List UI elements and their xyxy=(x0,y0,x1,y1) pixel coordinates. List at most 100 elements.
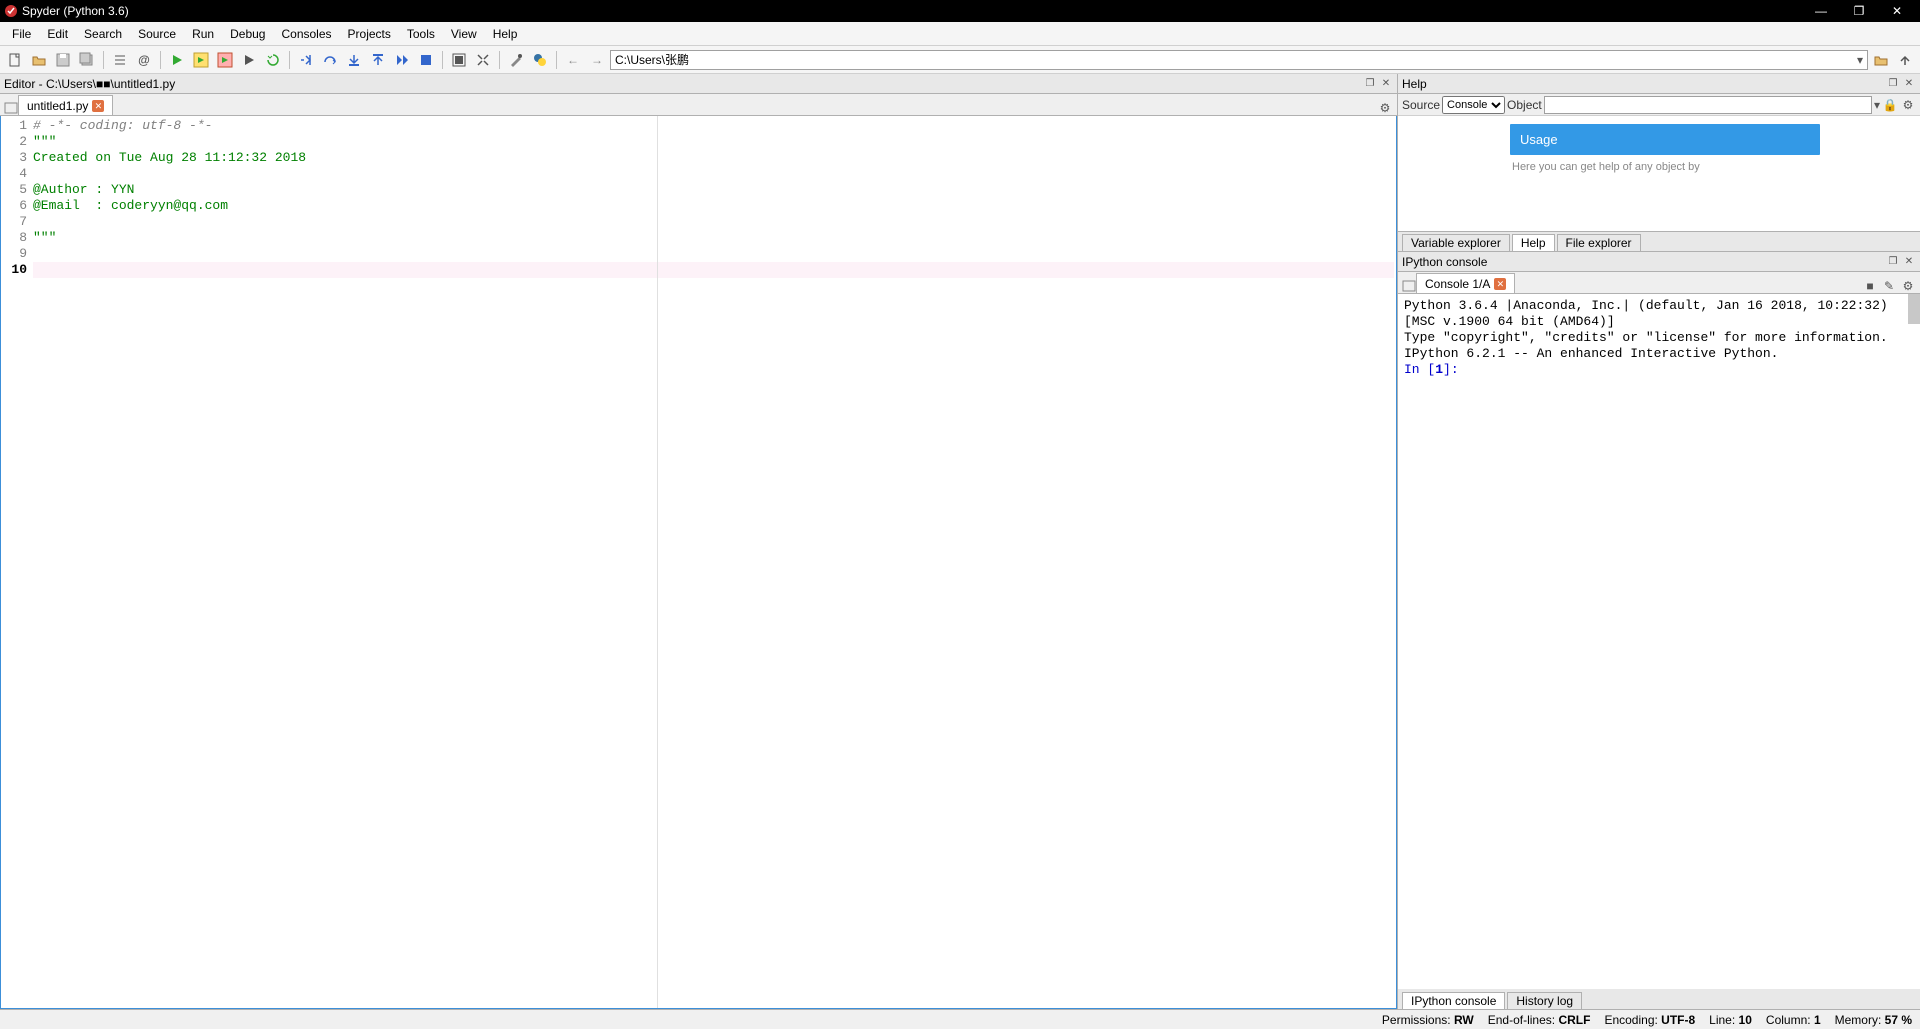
help-usage-title: Usage xyxy=(1510,124,1820,155)
sb-eol: CRLF xyxy=(1558,1013,1590,1027)
console-options-icon[interactable]: ⚙ xyxy=(1900,279,1916,293)
help-header-label: Help xyxy=(1402,77,1427,91)
help-tab-variable-explorer[interactable]: Variable explorer xyxy=(1402,234,1510,251)
ipython-tab-ipython-console[interactable]: IPython console xyxy=(1402,992,1505,1009)
sb-line-label: Line: xyxy=(1709,1013,1735,1027)
help-source-select[interactable]: Console xyxy=(1442,96,1505,114)
help-body: Usage Here you can get help of any objec… xyxy=(1398,116,1920,231)
save-icon[interactable] xyxy=(52,49,74,71)
editor-header-label: Editor - C:\Users\■■\untitled1.py xyxy=(4,77,175,91)
python-path-icon[interactable] xyxy=(529,49,551,71)
help-tab-file-explorer[interactable]: File explorer xyxy=(1557,234,1641,251)
list-icon[interactable] xyxy=(109,49,131,71)
maximize-button[interactable]: ❐ xyxy=(1840,4,1878,18)
help-hint: Here you can get help of any object by xyxy=(1510,155,1820,179)
console-clear-icon[interactable]: ✎ xyxy=(1881,279,1897,293)
sb-mem: 57 % xyxy=(1885,1013,1912,1027)
help-tab-help[interactable]: Help xyxy=(1512,234,1555,251)
preferences-icon[interactable] xyxy=(505,49,527,71)
minimize-button[interactable]: — xyxy=(1802,4,1840,18)
ipython-tab-history-log[interactable]: History log xyxy=(1507,992,1582,1009)
debug-step-icon[interactable] xyxy=(295,49,317,71)
menu-tools[interactable]: Tools xyxy=(399,24,443,44)
run-cell-icon[interactable] xyxy=(190,49,212,71)
file-browser-icon[interactable] xyxy=(4,101,18,115)
help-object-input[interactable] xyxy=(1544,96,1872,114)
console-tab-label: Console 1/A xyxy=(1425,277,1490,291)
menu-view[interactable]: View xyxy=(443,24,485,44)
statusbar: Permissions: RW End-of-lines: CRLF Encod… xyxy=(0,1009,1920,1029)
parent-dir-icon[interactable] xyxy=(1894,49,1916,71)
run-icon[interactable] xyxy=(166,49,188,71)
console-tab[interactable]: Console 1/A ✕ xyxy=(1416,273,1515,293)
debug-stepover-icon[interactable] xyxy=(319,49,341,71)
app-title: Spyder (Python 3.6) xyxy=(22,4,129,18)
console-tab-close-icon[interactable]: ✕ xyxy=(1494,278,1506,290)
console-browse-icon[interactable] xyxy=(1402,279,1416,293)
menu-projects[interactable]: Projects xyxy=(340,24,399,44)
at-icon[interactable]: @ xyxy=(133,49,155,71)
sb-mem-label: Memory: xyxy=(1835,1013,1882,1027)
run-selection-icon[interactable] xyxy=(238,49,260,71)
help-pane-header: Help ❐ ✕ xyxy=(1398,74,1920,94)
new-file-icon[interactable] xyxy=(4,49,26,71)
menu-debug[interactable]: Debug xyxy=(222,24,273,44)
working-dir-input[interactable]: C:\Users\张鹏▾ xyxy=(610,50,1868,70)
ipython-close-icon[interactable]: ✕ xyxy=(1902,256,1916,267)
debug-stepout-icon[interactable] xyxy=(367,49,389,71)
app-icon xyxy=(4,4,18,18)
help-toolbar: Source Console Object ▾ 🔒 ⚙ xyxy=(1398,94,1920,116)
editor-undock-icon[interactable]: ❐ xyxy=(1363,78,1377,89)
help-close-icon[interactable]: ✕ xyxy=(1902,78,1916,89)
editor-tabbar: untitled1.py ✕ ⚙ xyxy=(0,94,1397,116)
menu-source[interactable]: Source xyxy=(130,24,184,44)
titlebar: Spyder (Python 3.6) — ❐ ✕ xyxy=(0,0,1920,22)
menu-file[interactable]: File xyxy=(4,24,39,44)
ipython-body[interactable]: Python 3.6.4 |Anaconda, Inc.| (default, … xyxy=(1398,294,1920,989)
nav-back-icon[interactable]: ← xyxy=(562,49,584,71)
sb-permissions: RW xyxy=(1454,1013,1474,1027)
menu-consoles[interactable]: Consoles xyxy=(273,24,339,44)
help-options-icon[interactable]: ⚙ xyxy=(1900,98,1916,112)
ipython-pane-header: IPython console ❐ ✕ xyxy=(1398,252,1920,272)
open-file-icon[interactable] xyxy=(28,49,50,71)
browse-dir-icon[interactable] xyxy=(1870,49,1892,71)
save-all-icon[interactable] xyxy=(76,49,98,71)
sb-permissions-label: Permissions: xyxy=(1382,1013,1451,1027)
sb-encoding: UTF-8 xyxy=(1661,1013,1695,1027)
menubar: FileEditSearchSourceRunDebugConsolesProj… xyxy=(0,22,1920,46)
sb-col-label: Column: xyxy=(1766,1013,1811,1027)
sb-col: 1 xyxy=(1814,1013,1821,1027)
editor-options-icon[interactable]: ⚙ xyxy=(1377,101,1393,115)
run-cell-advance-icon[interactable] xyxy=(214,49,236,71)
menu-edit[interactable]: Edit xyxy=(39,24,76,44)
debug-stop-icon[interactable] xyxy=(415,49,437,71)
help-undock-icon[interactable]: ❐ xyxy=(1886,78,1900,89)
menu-help[interactable]: Help xyxy=(485,24,526,44)
maximize-pane-icon[interactable] xyxy=(448,49,470,71)
menu-run[interactable]: Run xyxy=(184,24,222,44)
editor-close-icon[interactable]: ✕ xyxy=(1379,78,1393,89)
ipython-tabbar: Console 1/A ✕ ■ ✎ ⚙ xyxy=(1398,272,1920,294)
debug-continue-icon[interactable] xyxy=(391,49,413,71)
tab-label: untitled1.py xyxy=(27,99,88,113)
help-tabs-footer: Variable explorerHelpFile explorer xyxy=(1398,231,1920,251)
scrollbar-thumb[interactable] xyxy=(1908,294,1920,324)
sb-eol-label: End-of-lines: xyxy=(1488,1013,1555,1027)
ipython-undock-icon[interactable]: ❐ xyxy=(1886,256,1900,267)
sb-line: 10 xyxy=(1739,1013,1752,1027)
nav-forward-icon[interactable]: → xyxy=(586,49,608,71)
toolbar: @ ← → C:\Users\张鹏▾ xyxy=(0,46,1920,74)
tab-close-icon[interactable]: ✕ xyxy=(92,100,104,112)
ipython-header-label: IPython console xyxy=(1402,255,1487,269)
console-stop-icon[interactable]: ■ xyxy=(1862,279,1878,293)
close-button[interactable]: ✕ xyxy=(1878,4,1916,18)
editor-tab[interactable]: untitled1.py ✕ xyxy=(18,95,113,115)
fullscreen-icon[interactable] xyxy=(472,49,494,71)
rerun-icon[interactable] xyxy=(262,49,284,71)
menu-search[interactable]: Search xyxy=(76,24,130,44)
help-source-label: Source xyxy=(1402,98,1440,112)
debug-stepin-icon[interactable] xyxy=(343,49,365,71)
code-editor[interactable]: 12345678910 # -*- coding: utf-8 -*-"""Cr… xyxy=(0,116,1397,1009)
help-lock-icon[interactable]: 🔒 xyxy=(1882,98,1898,112)
